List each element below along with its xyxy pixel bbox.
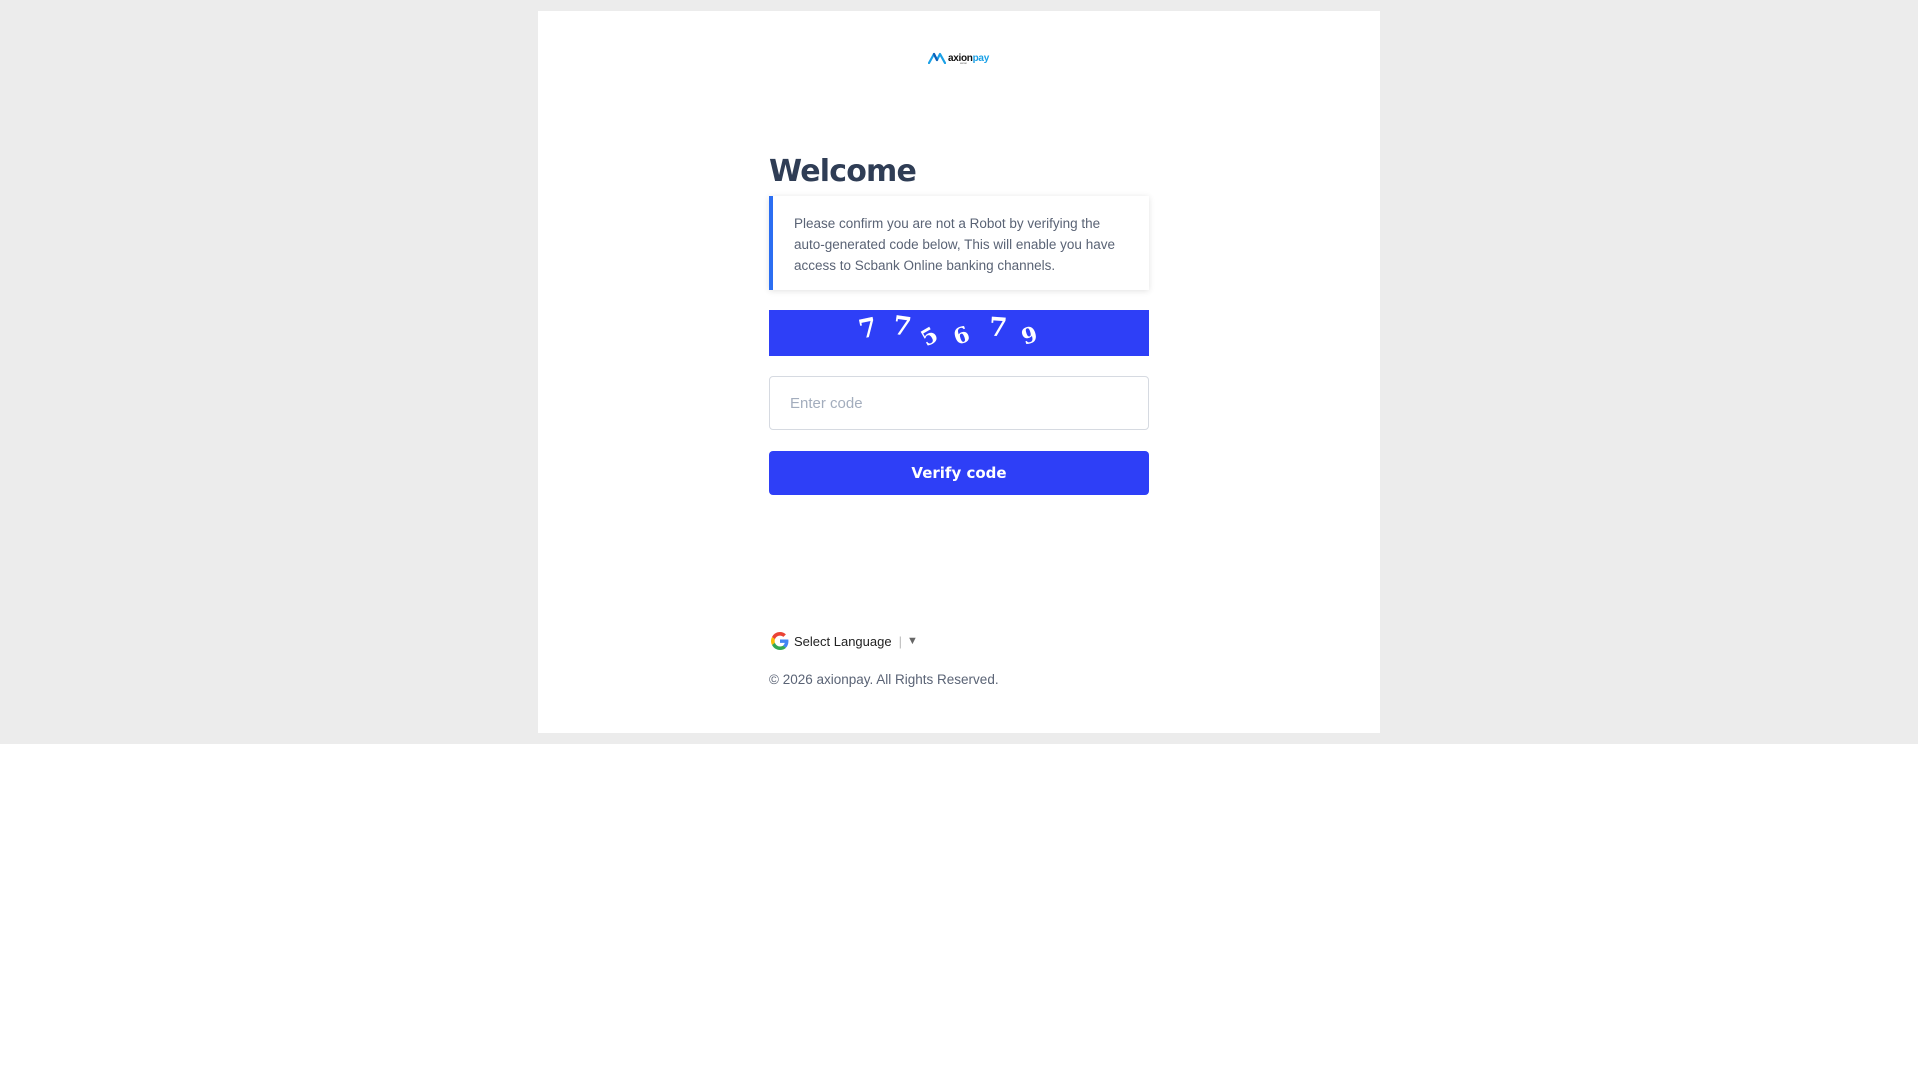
- copyright-text: © 2026 axionpay. All Rights Reserved.: [769, 672, 999, 687]
- captcha-char: 7: [891, 310, 914, 344]
- verify-code-button[interactable]: Verify code: [769, 451, 1149, 495]
- captcha-char: 5: [916, 321, 943, 353]
- axionpay-logo[interactable]: axion pay axion: [928, 48, 989, 68]
- captcha-char: 7: [987, 312, 1009, 344]
- verification-panel: Welcome Please confirm you are not a Rob…: [769, 153, 1149, 495]
- page-title: Welcome: [769, 154, 917, 189]
- language-selector[interactable]: Select Language | ▼: [771, 632, 918, 650]
- captcha-char: 6: [950, 321, 974, 351]
- google-g-icon: [771, 632, 789, 650]
- language-label: Select Language: [794, 633, 892, 649]
- login-card: axion pay axion Welcome Please confirm yo…: [538, 11, 1380, 733]
- captcha-char: 9: [1018, 321, 1041, 351]
- robot-notice: Please confirm you are not a Robot by ve…: [769, 196, 1149, 290]
- logo-tagline: axion: [960, 61, 968, 65]
- language-separator: |: [898, 633, 902, 649]
- code-input[interactable]: [769, 376, 1149, 430]
- axionpay-logo-icon: [928, 52, 946, 64]
- logo-wordmark: axion pay: [948, 53, 989, 64]
- logo-brand-accent: pay: [972, 52, 990, 64]
- captcha-char: 7: [856, 312, 881, 346]
- captcha-image: 7 7 5 6 7 9: [769, 310, 1149, 356]
- dropdown-arrow-icon: ▼: [906, 635, 918, 647]
